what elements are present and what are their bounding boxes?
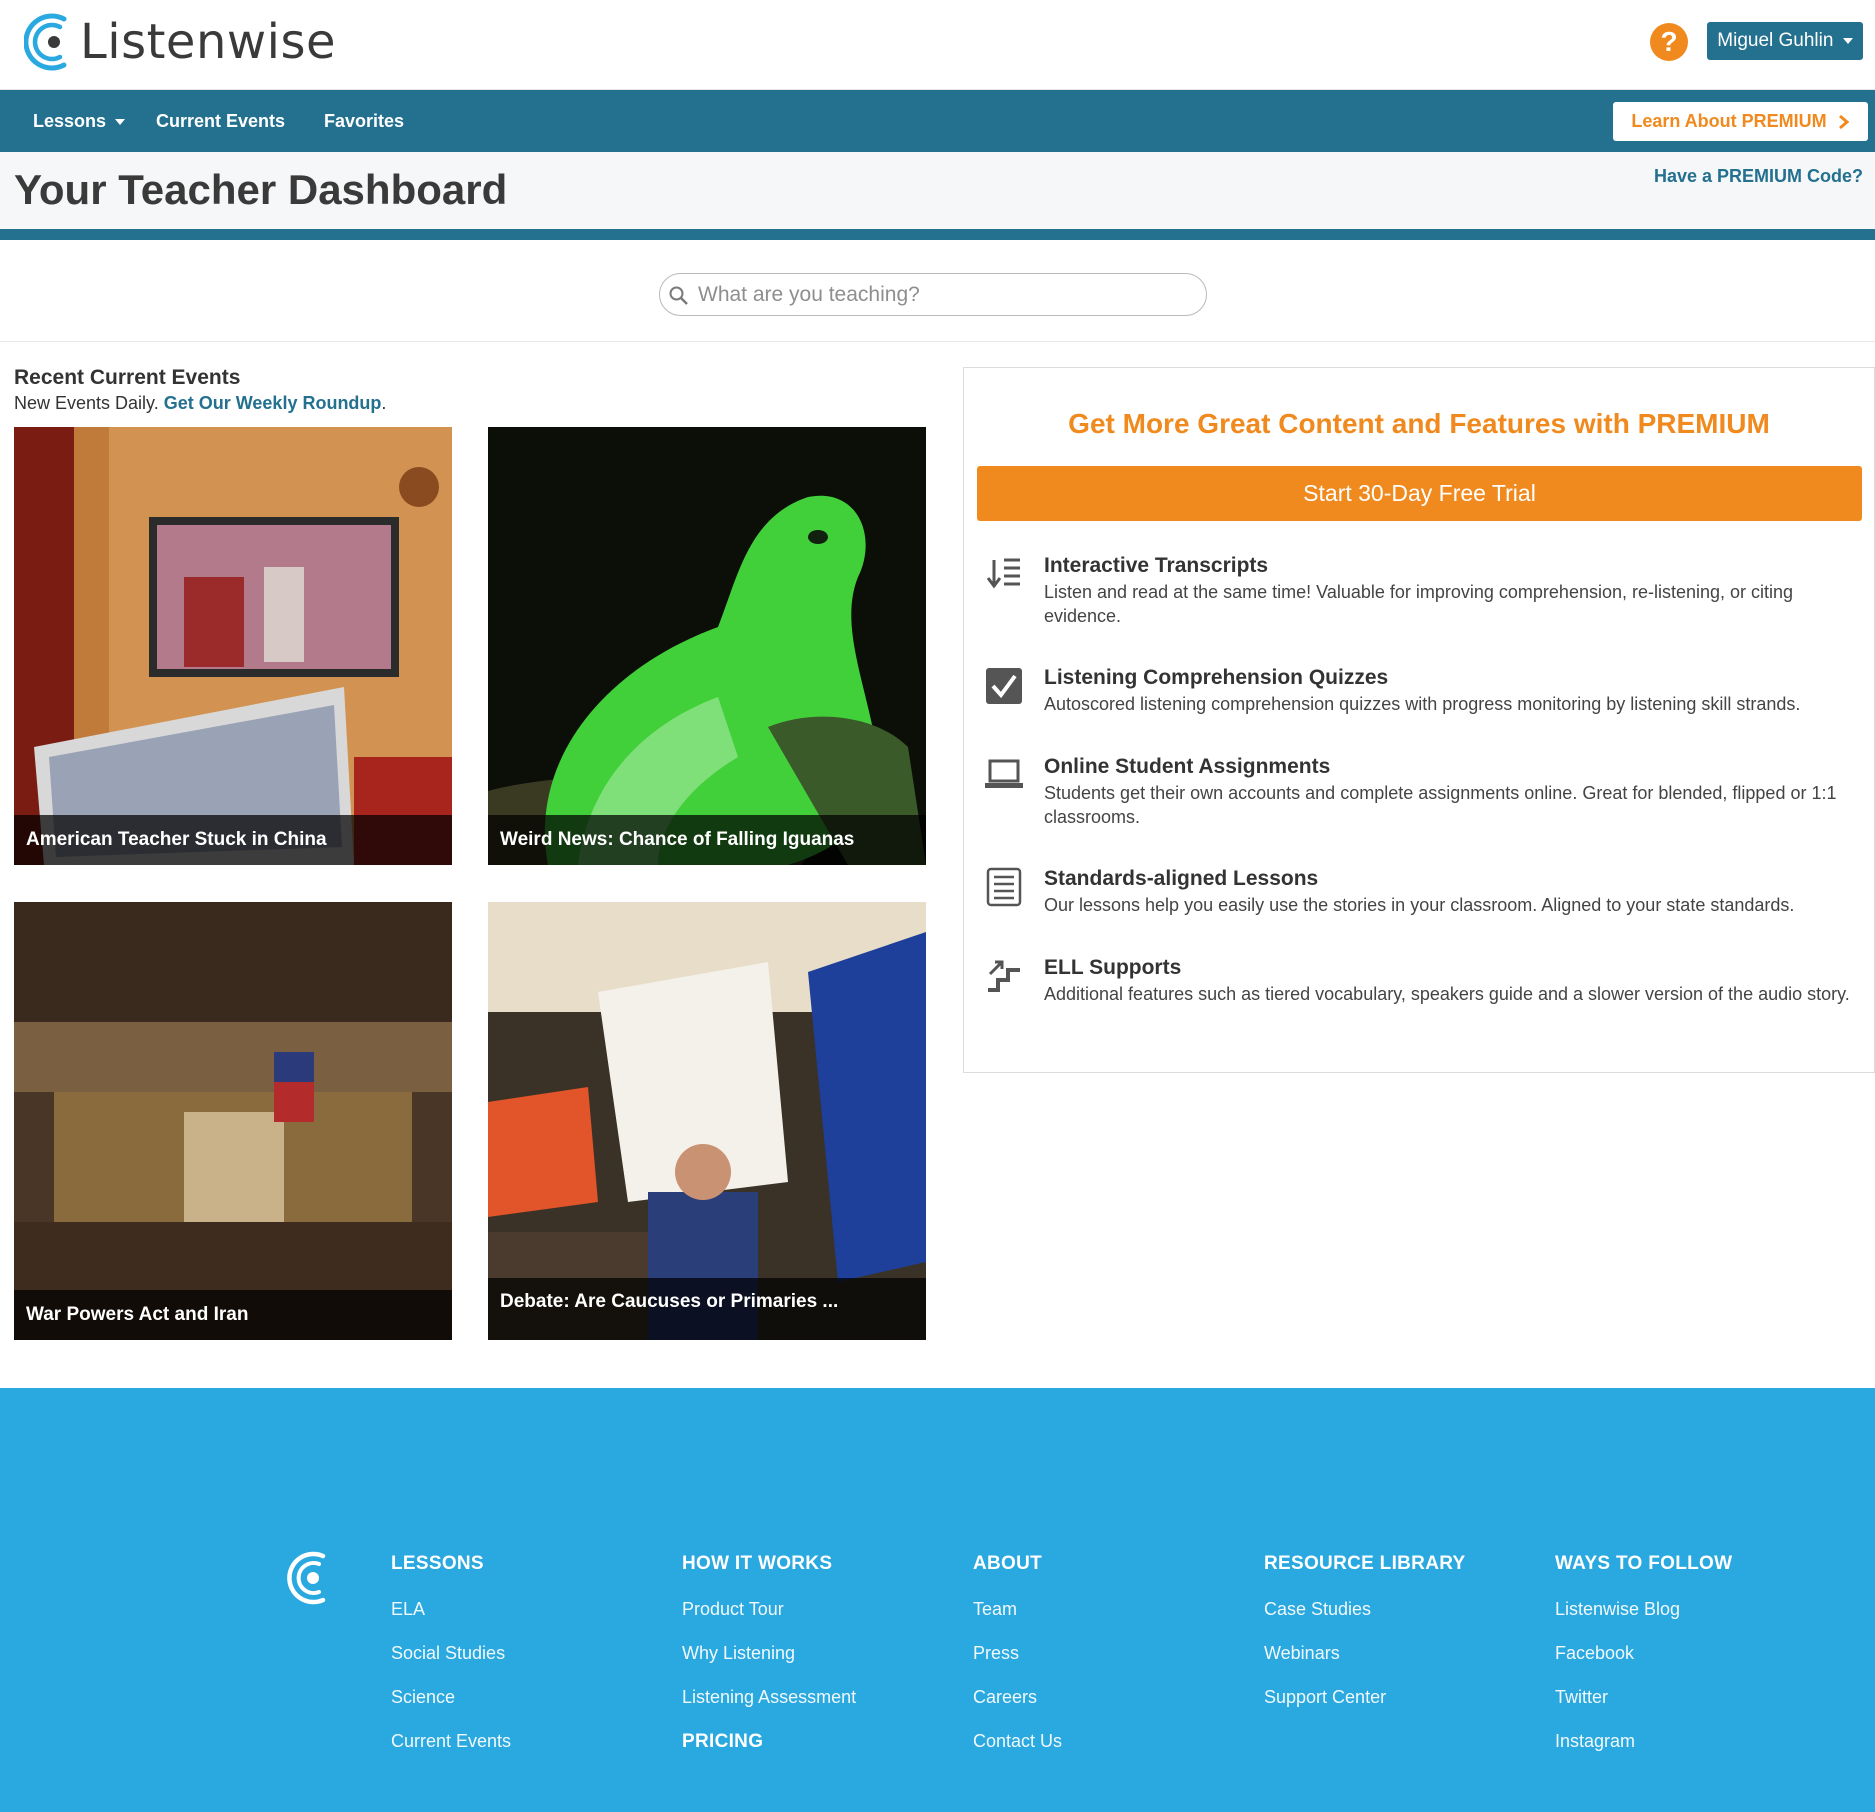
user-name: Miguel Guhlin	[1717, 30, 1834, 51]
laptop-icon	[985, 759, 1023, 788]
page-title: Your Teacher Dashboard	[14, 166, 508, 213]
stairs-icon	[988, 960, 1020, 992]
event-card-caption: War Powers Act and Iran	[14, 1290, 452, 1340]
event-image	[14, 902, 452, 1340]
search-input[interactable]	[698, 278, 1188, 311]
footer-heading-resource-library[interactable]: RESOURCE LIBRARY	[1264, 1553, 1466, 1575]
footer-link-press[interactable]: Press	[973, 1643, 1019, 1664]
footer-link-careers[interactable]: Careers	[973, 1687, 1037, 1708]
premium-panel-title: Get More Great Content and Features with…	[1068, 408, 1770, 439]
learn-premium-button[interactable]: Learn About PREMIUM	[1613, 102, 1868, 141]
feature-title: ELL Supports	[1044, 956, 1182, 979]
footer-link-instagram[interactable]: Instagram	[1555, 1731, 1635, 1752]
feature-title: Listening Comprehension Quizzes	[1044, 666, 1389, 689]
footer-link-current-events[interactable]: Current Events	[391, 1731, 511, 1752]
help-button[interactable]: ?	[1650, 23, 1688, 61]
recent-events-subtitle: New Events Daily. Get Our Weekly Roundup…	[14, 393, 386, 414]
chevron-right-icon	[1838, 115, 1849, 130]
transcript-icon	[986, 558, 1020, 589]
feature-description: Our lessons help you easily use the stor…	[1044, 895, 1795, 915]
divider	[0, 229, 1875, 240]
search-icon	[669, 286, 688, 305]
footer-link-team[interactable]: Team	[973, 1599, 1017, 1620]
footer-link-contact-us[interactable]: Contact Us	[973, 1731, 1062, 1752]
nav-lessons[interactable]: Lessons	[33, 90, 126, 152]
footer-link-webinars[interactable]: Webinars	[1264, 1643, 1340, 1664]
feature-description: Listen and read at the same time! Valuab…	[1044, 582, 1794, 626]
footer-link-case-studies[interactable]: Case Studies	[1264, 1599, 1371, 1620]
list-icon	[986, 867, 1022, 907]
footer-link-facebook[interactable]: Facebook	[1555, 1643, 1634, 1664]
main-nav: Lessons Current Events Favorites	[0, 90, 1875, 152]
listenwise-logo-icon	[24, 13, 67, 71]
nav-favorites[interactable]: Favorites	[324, 90, 404, 152]
logo-text: Listenwise	[80, 14, 336, 70]
recent-events-title: Recent Current Events	[14, 366, 241, 389]
recent-events-subtitle-text: New Events Daily.	[14, 393, 159, 413]
event-card[interactable]: American Teacher Stuck in China	[14, 427, 452, 865]
footer-heading-about[interactable]: ABOUT	[973, 1553, 1042, 1575]
event-card[interactable]: War Powers Act and Iran	[14, 902, 452, 1340]
footer-link-why-listening[interactable]: Why Listening	[682, 1643, 795, 1664]
event-image	[14, 427, 452, 865]
footer-heading-lessons[interactable]: LESSONS	[391, 1553, 484, 1575]
event-card-caption: Weird News: Chance of Falling Iguanas	[488, 815, 926, 865]
feature-title: Standards-aligned Lessons	[1044, 867, 1319, 890]
user-menu-button[interactable]: Miguel Guhlin	[1707, 22, 1863, 60]
event-card[interactable]: Debate: Are Caucuses or Primaries ...	[488, 902, 926, 1340]
feature-description: Additional features such as tiered vocab…	[1044, 984, 1850, 1004]
learn-premium-label: Learn About PREMIUM	[1631, 111, 1827, 131]
feature-description: Students get their own accounts and comp…	[1044, 783, 1837, 827]
feature-title: Interactive Transcripts	[1044, 554, 1269, 577]
footer-heading-pricing[interactable]: PRICING	[682, 1731, 763, 1753]
footer-heading-ways-to-follow[interactable]: WAYS TO FOLLOW	[1555, 1553, 1732, 1575]
start-trial-button[interactable]: Start 30-Day Free Trial	[977, 466, 1862, 521]
event-card[interactable]: Weird News: Chance of Falling Iguanas	[488, 427, 926, 865]
chevron-down-icon	[115, 119, 126, 126]
footer-link-twitter[interactable]: Twitter	[1555, 1687, 1608, 1708]
event-image	[488, 902, 926, 1340]
search-box[interactable]	[659, 273, 1207, 316]
footer-link-science[interactable]: Science	[391, 1687, 455, 1708]
top-header: Listenwise ? Miguel Guhlin	[0, 0, 1875, 90]
nav-current-events[interactable]: Current Events	[156, 90, 285, 152]
feature-description: Autoscored listening comprehension quizz…	[1044, 694, 1801, 714]
chevron-down-icon	[1842, 37, 1853, 44]
listenwise-footer-logo-icon[interactable]	[285, 1548, 333, 1608]
event-card-caption: American Teacher Stuck in China	[14, 815, 452, 865]
nav-lessons-label: Lessons	[33, 111, 107, 131]
footer: LESSONS ELA Social Studies Science Curre…	[0, 1388, 1875, 1812]
footer-heading-how-it-works[interactable]: HOW IT WORKS	[682, 1553, 832, 1575]
feature-title: Online Student Assignments	[1044, 755, 1331, 778]
premium-panel: Get More Great Content and Features with…	[963, 367, 1875, 1073]
listenwise-logo[interactable]: Listenwise	[24, 10, 336, 74]
premium-code-link[interactable]: Have a PREMIUM Code?	[1654, 166, 1863, 187]
weekly-roundup-link[interactable]: Get Our Weekly Roundup	[164, 393, 382, 413]
event-card-caption: Debate: Are Caucuses or Primaries ...	[488, 1278, 926, 1340]
footer-link-social-studies[interactable]: Social Studies	[391, 1643, 505, 1664]
footer-link-product-tour[interactable]: Product Tour	[682, 1599, 784, 1620]
subtitle-period: .	[381, 393, 387, 413]
event-image	[488, 427, 926, 865]
footer-link-support-center[interactable]: Support Center	[1264, 1687, 1386, 1708]
checkbox-icon	[986, 668, 1022, 704]
footer-link-listening-assessment[interactable]: Listening Assessment	[682, 1687, 856, 1708]
footer-link-ela[interactable]: ELA	[391, 1599, 425, 1620]
divider	[0, 341, 1875, 342]
footer-link-listenwise-blog[interactable]: Listenwise Blog	[1555, 1599, 1680, 1620]
